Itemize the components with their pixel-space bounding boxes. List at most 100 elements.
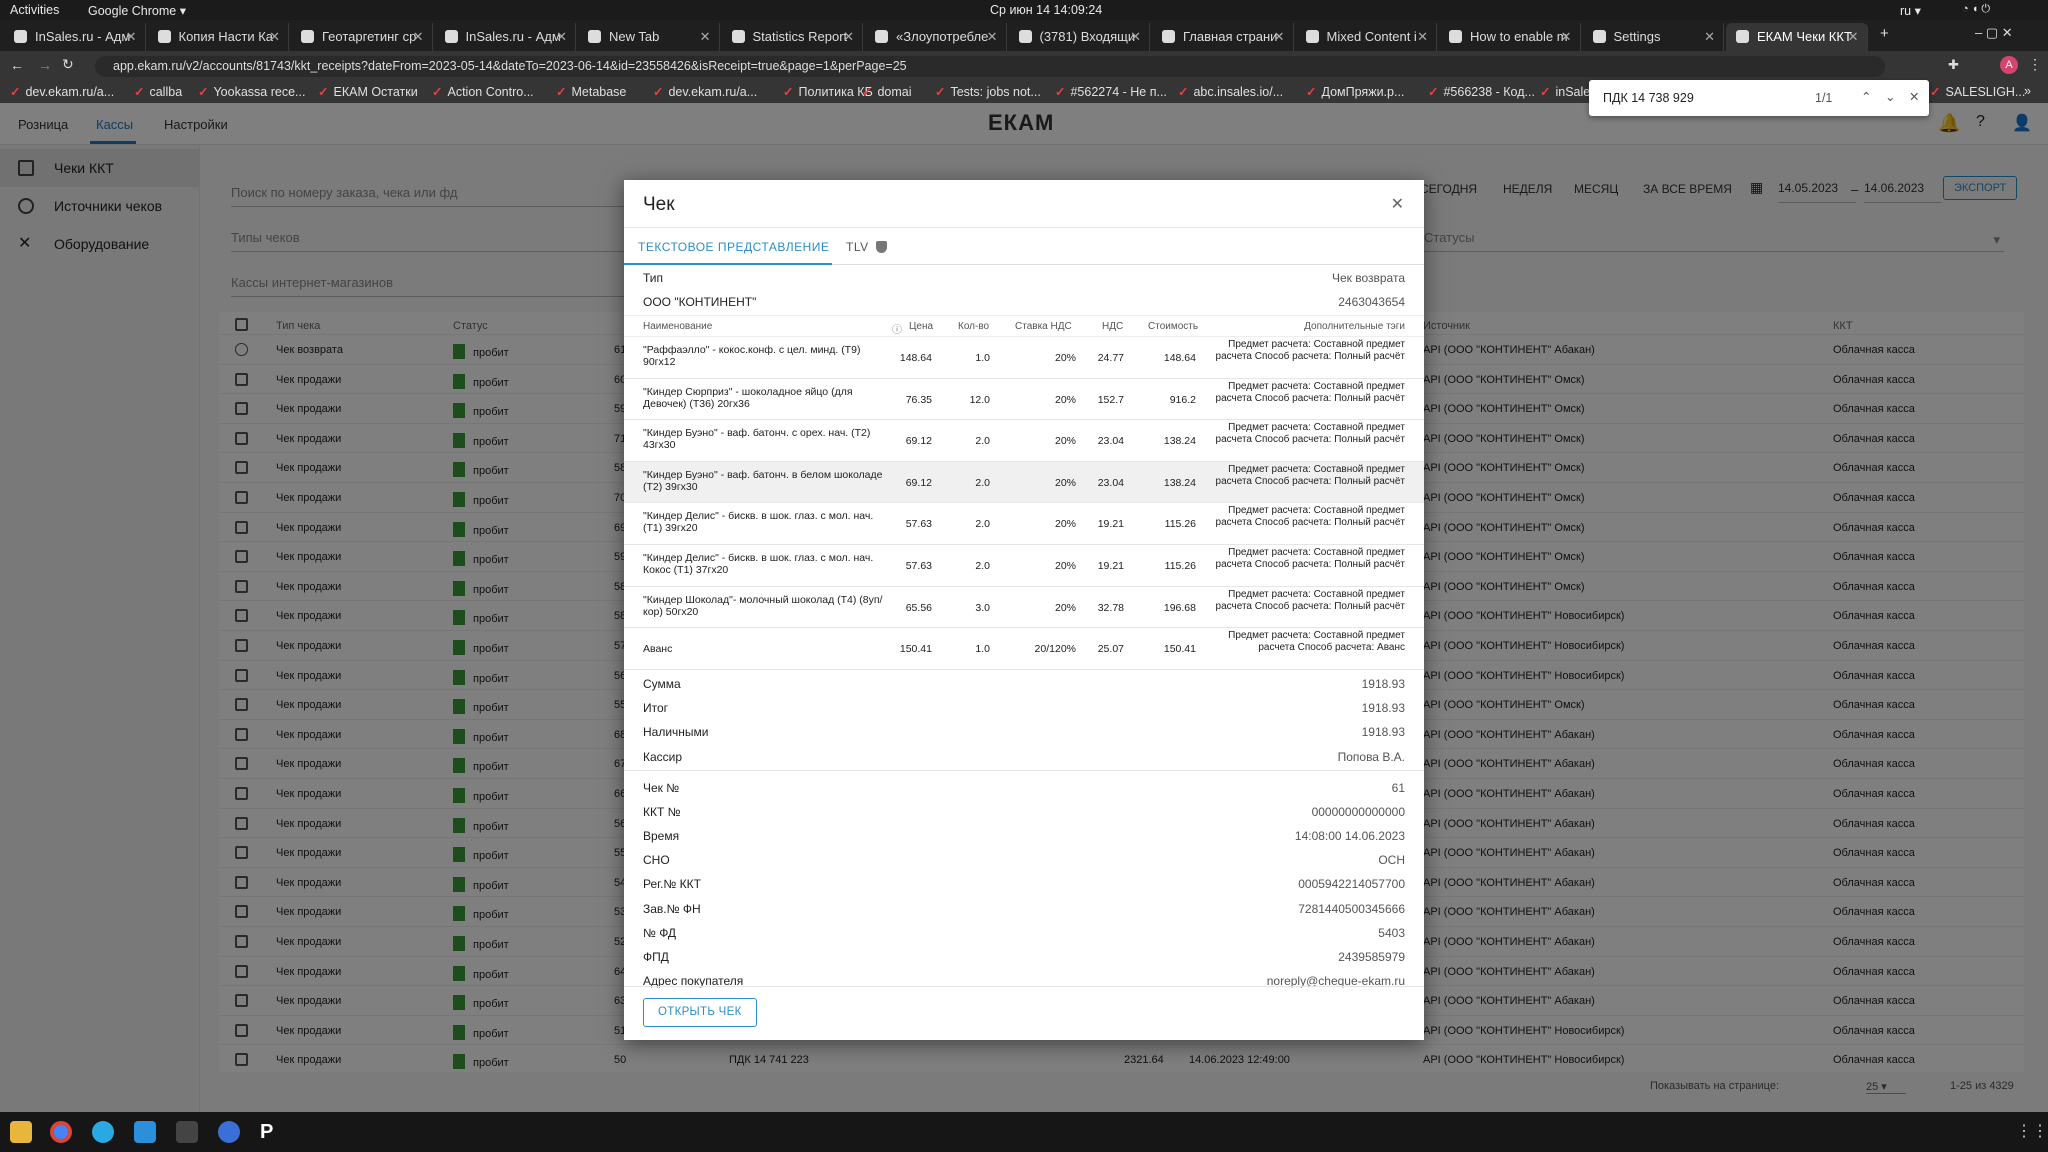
bookmark-item[interactable]: ✓ #566238 - Код... [1428,84,1535,99]
profile-avatar[interactable]: A [2000,56,2018,74]
browser-tab[interactable]: Главная страни ✕ [1152,23,1294,51]
menu-icon[interactable]: ⋮ [2028,56,2042,73]
terminal-icon[interactable] [176,1121,198,1143]
bookmark-label: #566238 - Код... [1443,85,1535,99]
tab-close-icon[interactable]: ✕ [1704,23,1715,51]
wifi-icon[interactable]: ◔ ◖ ⏻ [1962,3,1990,16]
detail-label: ККТ № [643,805,681,820]
tab-tlv[interactable]: TLV [846,240,888,254]
bookmark-item[interactable]: ✓ ДомПряжи.р... [1306,84,1404,99]
receipt-dialog: Чек ✕ ТЕКСТОВОЕ ПРЕДСТАВЛЕНИЕ TLV Тип Че… [624,180,1424,1040]
find-close-icon[interactable]: ✕ [1909,89,1919,104]
tab-close-icon[interactable]: ✕ [1561,23,1572,51]
browser-tab[interactable]: ЕКАМ Чеки ККТ ✕ [1726,23,1868,51]
tab-close-icon[interactable]: ✕ [1848,23,1859,51]
favicon-icon [1305,30,1319,43]
item-vat: 19.21 [1097,560,1124,572]
app-grid-icon[interactable]: ⋮⋮ [2016,1121,2048,1143]
activities-button[interactable]: Activities [10,3,59,17]
bookmark-item[interactable]: ✓ abc.insales.io/... [1178,84,1283,99]
tab-close-icon[interactable]: ✕ [843,23,854,51]
tab-close-icon[interactable]: ✕ [700,23,711,51]
bookmark-item[interactable]: ✓ Yookassa rece... [198,84,305,99]
tab-close-icon[interactable]: ✕ [556,23,567,51]
browser-tab[interactable]: (3781) Входящи ✕ [1009,23,1150,51]
bookmark-label: ДомПряжи.р... [1321,85,1405,99]
browser-tab[interactable]: Settings ✕ [1583,23,1724,51]
bookmark-item[interactable]: ✓ #562274 - Не п... [1055,84,1167,99]
bookmark-icon: ✓ [318,85,329,99]
find-next-icon[interactable]: ⌄ [1885,89,1895,104]
forward-icon[interactable]: → [38,57,52,73]
browser-tab[interactable]: Копия Насти Ка ✕ [148,23,289,51]
browser-tab[interactable]: «Злоупотребле ✕ [865,23,1007,51]
bookmark-item[interactable]: ✓ Tests: jobs not... [935,84,1041,99]
bookmark-item[interactable]: ✓ Action Contro... [432,84,534,99]
bookmark-label: SALESLIGH... [1945,85,2026,99]
bookmark-item[interactable]: ✓ SALESLIGH... [1930,84,2025,99]
bookmark-item[interactable]: ✓ ЕКАМ Остатки [318,84,418,99]
tab-label: ЕКАМ Чеки ККТ [1757,29,1852,44]
tab-close-icon[interactable]: ✕ [1274,23,1285,51]
bookmark-label: abc.insales.io/... [1193,85,1284,99]
back-icon[interactable]: ← [10,57,24,73]
chrome-icon[interactable] [50,1121,72,1143]
tab-close-icon[interactable]: ✕ [987,23,998,51]
tab-close-icon[interactable]: ✕ [1417,23,1428,51]
app-menu[interactable]: Google Chrome ▾ [88,3,186,18]
browser-tab[interactable]: New Tab ✕ [578,23,720,51]
clock[interactable]: Ср июн 14 14:09:24 [990,3,1102,17]
item-vat-rate: 20% [1054,435,1076,448]
bookmark-item[interactable]: ✓ inSale [1540,84,1590,99]
tab-close-icon[interactable]: ✕ [126,23,137,51]
tab-text-view[interactable]: ТЕКСТОВОЕ ПРЕДСТАВЛЕНИЕ [638,240,829,254]
item-vat-rate: 20% [1054,601,1076,614]
item-qty: 3.0 [975,601,990,614]
window-controls[interactable]: – ▢ ✕ [1975,25,2013,41]
tab-close-icon[interactable]: ✕ [269,23,280,51]
bookmark-icon: ✓ [198,85,209,99]
col-tags: Дополнительные тэги [1304,321,1405,332]
extensions-icon[interactable]: ✚ [1948,57,1959,73]
tab-close-icon[interactable]: ✕ [1130,23,1141,51]
files-icon[interactable] [10,1121,32,1143]
items-header: Наименование ⓘ Цена Кол-во Ставка НДС НД… [624,315,1424,337]
bookmark-icon: ✓ [935,85,946,99]
bookmark-item[interactable]: ✓ Metabase [556,84,626,99]
browser-tab[interactable]: InSales.ru - Адм ✕ [4,23,146,51]
bookmark-item[interactable]: ✓ dev.ekam.ru/a... [10,84,114,99]
item-qty: 2.0 [975,435,990,448]
more-bookmarks-icon[interactable]: » [2024,84,2031,98]
bookmark-label: Metabase [571,85,627,99]
browser-tab[interactable]: Геотаргетинг ср ✕ [291,23,433,51]
telegram-icon[interactable] [92,1121,114,1143]
col-name: Наименование [643,321,713,332]
p-app-icon[interactable]: P [260,1121,282,1143]
tab-label: InSales.ru - Адм [465,29,561,44]
browser-tab[interactable]: How to enable m ✕ [1439,23,1581,51]
find-input[interactable]: ПДК 14 738 929 [1603,91,1694,105]
new-tab-button[interactable]: + [1880,25,1889,42]
item-vat: 25.07 [1097,643,1124,656]
clock-app-icon[interactable] [218,1121,240,1143]
item-name: "Киндер Делис" - бискв. в шок. глаз. с м… [643,510,874,535]
open-receipt-button[interactable]: ОТКРЫТЬ ЧЕК [643,998,757,1027]
language-indicator[interactable]: ru ▾ [1900,3,1921,18]
browser-tab[interactable]: Mixed Content i ✕ [1296,23,1437,51]
browser-tab[interactable]: InSales.ru - Адм ✕ [435,23,576,51]
url-field[interactable]: app.ekam.ru/v2/accounts/81743/kkt_receip… [95,56,1885,77]
info-icon[interactable]: ⓘ [892,321,902,336]
find-prev-icon[interactable]: ⌃ [1861,89,1871,104]
vscode-icon[interactable] [134,1121,156,1143]
tab-close-icon[interactable]: ✕ [413,23,424,51]
bookmark-item[interactable]: ✓ domai [862,84,912,99]
browser-tab[interactable]: Statistics Report ✕ [722,23,863,51]
item-vat-rate: 20% [1054,393,1076,406]
reload-icon[interactable]: ↻ [62,56,74,73]
close-icon[interactable]: ✕ [1391,194,1404,214]
tab-label: Геотаргетинг ср [322,29,417,44]
type-row: Тип Чек возврата [643,266,1405,290]
bookmark-item[interactable]: ✓ dev.ekam.ru/a... [653,84,757,99]
bookmark-item[interactable]: ✓ Политика КБ [783,84,873,99]
bookmark-item[interactable]: ✓ callba [134,84,182,99]
